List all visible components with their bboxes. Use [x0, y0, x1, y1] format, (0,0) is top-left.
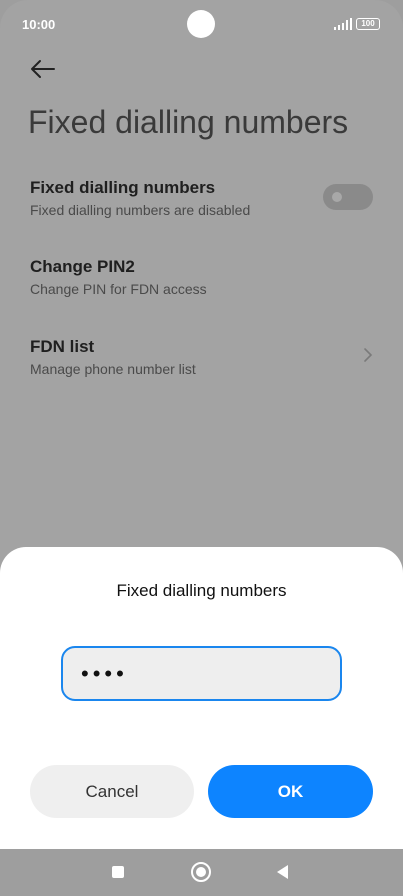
fdn-toggle-switch[interactable] — [323, 184, 373, 210]
square-icon[interactable] — [112, 866, 124, 878]
ok-button[interactable]: OK — [208, 765, 373, 818]
setting-title: Change PIN2 — [30, 257, 135, 276]
triangle-back-icon[interactable] — [277, 865, 288, 879]
setting-item-change-pin2[interactable]: Change PIN2 Change PIN for FDN access — [30, 257, 375, 297]
navigation-bar — [0, 849, 403, 896]
signal-icon — [334, 18, 352, 30]
pin2-input[interactable]: •••• — [61, 646, 342, 701]
battery-icon: 100 — [356, 18, 380, 30]
chevron-right-icon — [364, 348, 373, 362]
status-bar: 10:00 100 — [0, 0, 403, 48]
status-time: 10:00 — [22, 17, 56, 32]
setting-subtitle: Fixed dialling numbers are disabled — [30, 202, 251, 218]
pin-dialog: Fixed dialling numbers •••• Cancel OK — [0, 547, 403, 849]
screen: 10:00 100 Fixed dialling numbers Fixed d… — [0, 0, 403, 896]
page-title: Fixed dialling numbers — [28, 104, 349, 140]
home-circle-icon[interactable] — [191, 862, 211, 882]
setting-title: FDN list — [30, 337, 95, 356]
arrow-left-icon[interactable] — [28, 56, 58, 82]
camera-cutout — [187, 10, 215, 38]
toggle-knob — [332, 192, 342, 202]
cancel-button[interactable]: Cancel — [30, 765, 194, 818]
setting-subtitle: Change PIN for FDN access — [30, 281, 207, 297]
setting-subtitle: Manage phone number list — [30, 361, 196, 377]
dialog-title: Fixed dialling numbers — [116, 581, 287, 600]
setting-item-fdn-list[interactable]: FDN list Manage phone number list — [30, 337, 375, 377]
